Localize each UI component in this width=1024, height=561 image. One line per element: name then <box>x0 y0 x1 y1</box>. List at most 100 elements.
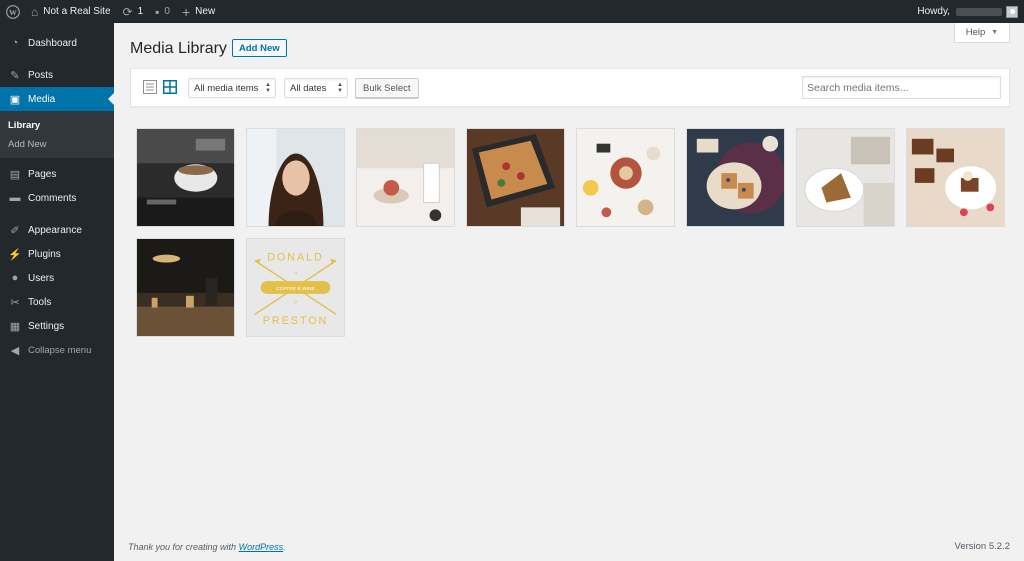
settings-icon: ▦ <box>9 320 21 333</box>
sidebar-item-users[interactable]: ● Users <box>0 266 114 290</box>
submenu-add-new[interactable]: Add New <box>0 135 114 154</box>
footer-version: Version 5.2.2 <box>954 541 1010 552</box>
avatar <box>1006 5 1018 18</box>
sidebar-item-label: Media <box>28 93 56 105</box>
comments-link[interactable]: ▪ 0 <box>149 0 176 23</box>
home-icon: ⌂ <box>31 4 39 19</box>
grid-view-icon[interactable] <box>163 80 177 94</box>
media-type-value: All media items <box>194 82 259 94</box>
thumbnail-portrait <box>247 129 344 226</box>
footer-thanks-text: Thank you for creating with <box>128 542 237 552</box>
submenu-library[interactable]: Library <box>0 116 114 135</box>
wrench-icon: ✂ <box>10 296 20 309</box>
plus-icon: + <box>181 3 191 20</box>
comment-icon: ▬ <box>9 192 21 204</box>
select-arrows-icon: ▲ ▼ <box>265 82 271 94</box>
media-type-filter[interactable]: All media items ▲ ▼ <box>188 78 276 98</box>
sidebar-item-pages[interactable]: ▤ Pages <box>0 162 114 186</box>
search-input[interactable] <box>802 76 1001 99</box>
footer-thanks: Thank you for creating with WordPress. <box>128 542 286 552</box>
list-view-icon[interactable] <box>143 80 157 94</box>
date-value: All dates <box>290 82 327 94</box>
updates-link[interactable]: ⟳ 1 <box>117 0 150 23</box>
site-name: Not a Real Site <box>43 6 111 17</box>
sidebar-item-label: Comments <box>28 192 77 204</box>
user-icon: ● <box>11 272 19 284</box>
page-title: Media Library <box>130 40 227 57</box>
media-toolbar: All media items ▲ ▼ All dates ▲ ▼ Bulk Sel… <box>130 68 1010 107</box>
media-item[interactable] <box>796 128 895 227</box>
thumbnail-cafe-interior <box>137 239 234 336</box>
media-item[interactable] <box>246 128 345 227</box>
main-content: Help ▼ Media Library Add New All media i… <box>114 23 1024 561</box>
media-item[interactable] <box>686 128 785 227</box>
updates-count: 1 <box>137 6 144 17</box>
sidebar-item-label: Settings <box>28 320 65 332</box>
redacted-username <box>956 7 1002 16</box>
media-item[interactable] <box>466 128 565 227</box>
thumbnail-espresso <box>137 129 234 226</box>
howdy-text: Howdy, <box>917 6 950 17</box>
logo-bottom-text: PRESTON <box>263 315 329 327</box>
sidebar-item-label: Plugins <box>28 248 61 260</box>
thumbnail-pizza <box>467 129 564 226</box>
sidebar-item-comments[interactable]: ▬ Comments <box>0 186 114 210</box>
site-name-link[interactable]: ⌂ Not a Real Site <box>25 0 117 23</box>
logo-small-top-text: H <box>294 270 298 276</box>
logo-top-text: DONALD <box>267 252 324 264</box>
thumbnail-dessert <box>357 129 454 226</box>
thumbnail-waffles <box>687 129 784 226</box>
sidebar-item-media[interactable]: ▣ Media <box>0 87 114 111</box>
sidebar-item-label: Pages <box>28 168 57 180</box>
help-tab-button[interactable]: Help ▼ <box>954 23 1010 43</box>
media-item[interactable] <box>136 238 235 337</box>
account-menu[interactable]: Howdy, <box>911 0 1024 23</box>
sidebar-item-posts[interactable]: ✎ Posts <box>0 63 114 87</box>
help-label: Help <box>965 27 986 38</box>
collapse-arrow-icon: ◀ <box>10 344 20 357</box>
sidebar-item-label: Dashboard <box>28 37 77 49</box>
media-item[interactable] <box>136 128 235 227</box>
new-content-link[interactable]: + New <box>176 0 221 23</box>
thumbnail-brownies <box>907 129 1004 226</box>
wordpress-link[interactable]: WordPress <box>239 542 284 552</box>
dashboard-icon: ◔ <box>11 37 19 49</box>
pin-icon: ✎ <box>10 69 20 82</box>
media-item[interactable]: COFFEE & WINE DONALD PRESTON H V <box>246 238 345 337</box>
sidebar-item-dashboard[interactable]: ◔ Dashboard <box>0 31 114 55</box>
admin-bar: W ⌂ Not a Real Site ⟳ 1 ▪ 0 + New Howdy, <box>0 0 1024 23</box>
caret-down-icon: ▼ <box>991 29 999 36</box>
collapse-menu-button[interactable]: ◀ Collapse menu <box>0 338 114 362</box>
media-icon: ▣ <box>9 93 21 106</box>
plug-icon: ⚡ <box>8 248 22 261</box>
admin-sidebar: ◔ Dashboard ✎ Posts ▣ Media Library Add … <box>0 23 114 561</box>
thumbnail-donald-preston-logo: COFFEE & WINE DONALD PRESTON H V <box>247 239 344 336</box>
sidebar-item-label: Posts <box>28 69 54 81</box>
bulk-select-button[interactable]: Bulk Select <box>355 78 419 98</box>
date-filter[interactable]: All dates ▲ ▼ <box>284 78 348 98</box>
media-item[interactable] <box>906 128 1005 227</box>
new-label: New <box>195 6 216 17</box>
media-item[interactable] <box>356 128 455 227</box>
logo-band-text: COFFEE & WINE <box>276 286 315 292</box>
media-item[interactable] <box>576 128 675 227</box>
page-icon: ▤ <box>9 168 21 181</box>
brush-icon: ✐ <box>10 224 20 237</box>
select-arrows-icon: ▲ ▼ <box>337 82 343 94</box>
svg-text:W: W <box>9 7 17 16</box>
thumbnail-breakfast <box>577 129 674 226</box>
add-new-button[interactable]: Add New <box>232 39 287 57</box>
thumbnail-cake <box>797 129 894 226</box>
sidebar-item-label: Tools <box>28 296 52 308</box>
updates-icon: ⟳ <box>122 4 133 19</box>
comment-bubble-icon: ▪ <box>155 4 160 19</box>
sidebar-item-label: Users <box>28 272 55 284</box>
sidebar-item-tools[interactable]: ✂ Tools <box>0 290 114 314</box>
sidebar-item-plugins[interactable]: ⚡ Plugins <box>0 242 114 266</box>
comments-count: 0 <box>164 6 170 17</box>
sidebar-item-settings[interactable]: ▦ Settings <box>0 314 114 338</box>
wordpress-logo-icon[interactable]: W <box>0 0 25 23</box>
collapse-label: Collapse menu <box>28 344 92 356</box>
sidebar-item-label: Appearance <box>28 224 82 236</box>
sidebar-item-appearance[interactable]: ✐ Appearance <box>0 218 114 242</box>
